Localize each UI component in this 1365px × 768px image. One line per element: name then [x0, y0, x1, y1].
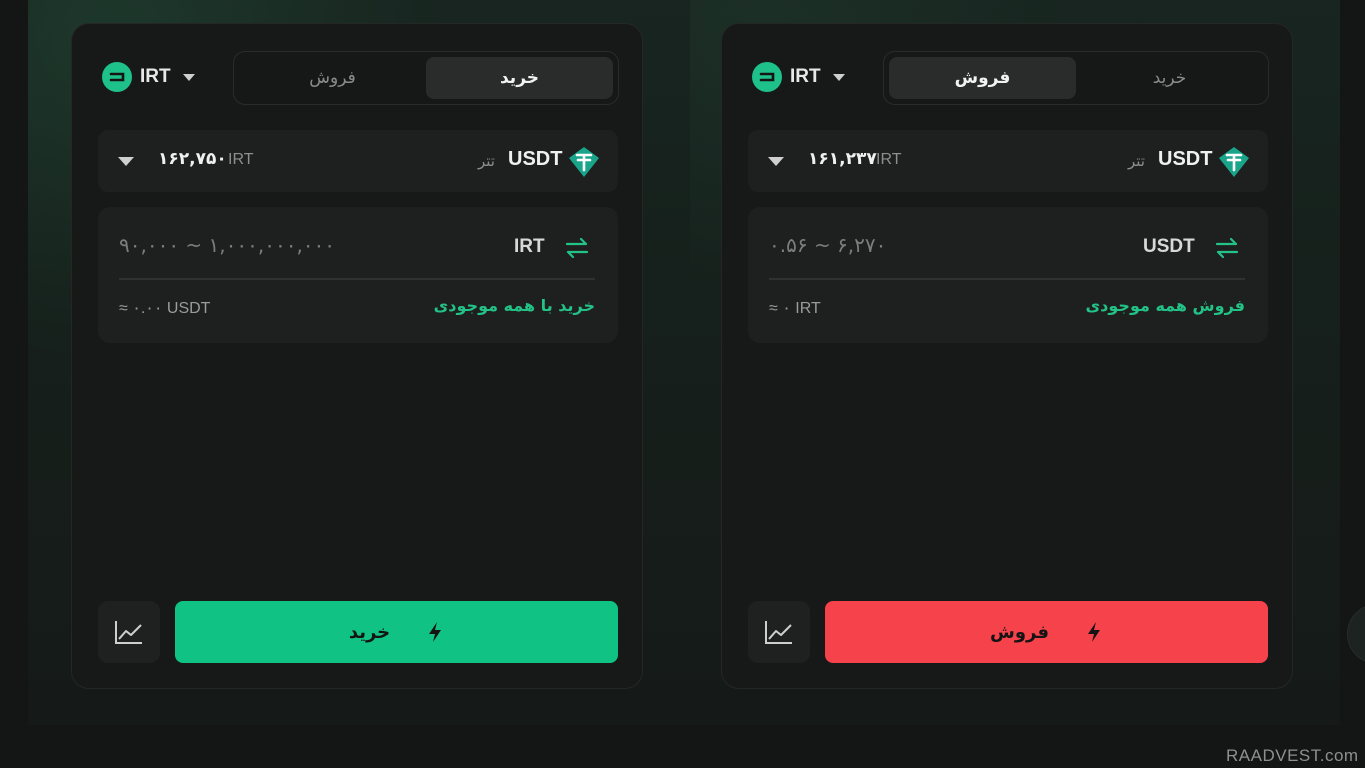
market-selector[interactable]: ۱۶۲,۷۵۰ IRT تتر USDT: [98, 130, 618, 192]
input-divider: [769, 278, 1245, 280]
chart-line-icon: [765, 621, 792, 644]
approx-value: ≈ ۰.۰۰ USDT: [119, 300, 211, 317]
amount-unit: USDT: [1143, 236, 1195, 257]
asset-name-fa: تتر: [1128, 152, 1145, 170]
tab-sell[interactable]: فروش: [239, 57, 426, 99]
amount-range-placeholder: ۰.۵۶ ~ ۶,۲۷۰: [769, 233, 887, 257]
buy-panel: IRT فروش خرید ۱۶۲,۷۵۰ IRT تتر USDT ۹۰,۰۰…: [71, 23, 643, 689]
watermark: RAADVEST.com: [1226, 746, 1359, 765]
amount-unit: IRT: [514, 236, 545, 257]
price-unit: IRT: [228, 151, 254, 168]
buy-all-balance-link[interactable]: خرید با همه موجودی: [434, 296, 595, 315]
trade-tabs: فروش خرید: [233, 51, 619, 105]
amount-input[interactable]: ۰.۵۶ ~ ۶,۲۷۰ USDT ≈ ۰ IRT فروش همه موجود…: [748, 207, 1268, 343]
sell-button-label: فروش: [989, 621, 1049, 643]
currency-selector[interactable]: IRT: [752, 62, 845, 92]
currency-code: IRT: [790, 66, 821, 87]
buy-button[interactable]: خرید: [175, 601, 618, 663]
market-selector[interactable]: ۱۶۱,۲۳۷ IRT تتر USDT: [748, 130, 1268, 192]
tether-icon: [569, 147, 599, 177]
caret-down-icon: [832, 73, 845, 81]
amount-range-placeholder: ۹۰,۰۰۰ ~ ۱,۰۰۰,۰۰۰,۰۰۰: [119, 233, 336, 257]
sell-panel: IRT فروش خرید ۱۶۱,۲۳۷ IRT تتر USDT ۰.۵۶ …: [721, 23, 1293, 689]
asset-name-fa: تتر: [478, 152, 495, 170]
edge-floating-button[interactable]: [1347, 604, 1365, 664]
sell-all-balance-link[interactable]: فروش همه موجودی: [1086, 296, 1246, 315]
approx-value: ≈ ۰ IRT: [769, 300, 821, 317]
chart-button[interactable]: [748, 601, 810, 663]
tab-sell[interactable]: فروش: [889, 57, 1076, 99]
asset-code: USDT: [508, 148, 563, 170]
market-price: ۱۶۲,۷۵۰: [158, 149, 227, 169]
asset-code: USDT: [1158, 148, 1213, 170]
caret-down-icon: [182, 73, 195, 81]
sell-button[interactable]: فروش: [825, 601, 1268, 663]
chart-line-icon: [115, 621, 142, 644]
input-divider: [119, 278, 595, 280]
tether-icon: [1219, 147, 1249, 177]
chart-button[interactable]: [98, 601, 160, 663]
swap-arrows-icon[interactable]: [564, 235, 590, 261]
market-price: ۱۶۱,۲۳۷: [808, 149, 877, 169]
caret-down-icon: [118, 157, 134, 166]
lightning-bolt-icon: [429, 622, 442, 642]
price-unit: IRT: [876, 151, 902, 168]
buy-button-label: خرید: [348, 621, 391, 643]
currency-code: IRT: [140, 66, 171, 87]
amount-input[interactable]: ۹۰,۰۰۰ ~ ۱,۰۰۰,۰۰۰,۰۰۰ IRT ≈ ۰.۰۰ USDT خ…: [98, 207, 618, 343]
swap-arrows-icon[interactable]: [1214, 235, 1240, 261]
tab-buy[interactable]: خرید: [1076, 57, 1263, 99]
lightning-bolt-icon: [1088, 622, 1100, 642]
irt-logo-icon: [102, 62, 132, 92]
currency-selector[interactable]: IRT: [102, 62, 195, 92]
caret-down-icon: [768, 157, 784, 166]
tab-buy[interactable]: خرید: [426, 57, 613, 99]
irt-logo-icon: [752, 62, 782, 92]
trade-tabs: فروش خرید: [883, 51, 1269, 105]
